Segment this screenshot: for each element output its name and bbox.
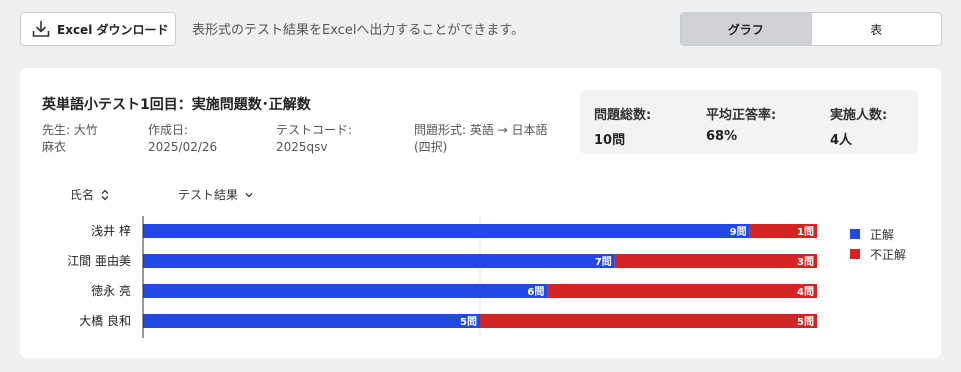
format-info: 問題形式: 英語 → 日本語 (四択) <box>414 122 548 156</box>
bar-incorrect <box>614 254 817 268</box>
teacher-line1: 先生: 大竹 <box>42 123 98 137</box>
legend-swatch-correct <box>850 229 860 239</box>
card-title: 英単語小テスト1回目：実施問題数･正解数 <box>42 97 311 113</box>
bar-label-incorrect: 3問 <box>797 256 814 268</box>
legend-item-incorrect: 不正解 <box>850 244 906 264</box>
name-column-label: 氏名 <box>70 188 95 202</box>
legend-label-incorrect: 不正解 <box>870 247 907 262</box>
created-value: 2025/02/26 <box>148 140 218 154</box>
stacked-bar-chart: 浅井 梓 9問 1問江間 亜由美 7問 3問徳永 亮 6問 4問大橋 良和 5問 5問 <box>67 216 817 338</box>
bar-correct <box>143 284 548 298</box>
category-label: 大橋 良和 <box>79 313 131 328</box>
category-label: 徳永 亮 <box>91 283 131 298</box>
bar-label-correct: 9問 <box>730 226 747 238</box>
average-rate-label: 平均正答率: <box>706 108 777 123</box>
category-label: 江間 亜由美 <box>67 254 131 268</box>
results-card: 英単語小テスト1回目：実施問題数･正解数 先生: 大竹 麻衣 作成日: 2025… <box>20 68 941 358</box>
chevron-down-icon <box>245 192 253 197</box>
test-code-label: テストコード: <box>276 123 353 137</box>
test-code-value: 2025qsv <box>276 140 328 154</box>
bar-incorrect <box>480 314 817 328</box>
created-label: 作成日: <box>148 123 189 137</box>
sort-result-header[interactable]: テスト結果 <box>178 186 254 203</box>
teacher-info: 先生: 大竹 麻衣 <box>42 122 98 156</box>
excel-description: 表形式のテスト結果をExcelへ出力することができます。 <box>192 23 525 38</box>
excel-download-label: Excel ダウンロード <box>57 22 169 37</box>
format-line2: (四択) <box>414 140 448 154</box>
test-code-info: テストコード: 2025qsv <box>276 122 352 156</box>
tab-table[interactable]: 表 <box>810 13 942 45</box>
bar-label-correct: 6問 <box>527 286 544 298</box>
bar-label-incorrect: 5問 <box>797 316 814 328</box>
bar-correct <box>143 254 615 268</box>
bar-correct <box>143 314 480 328</box>
chart-legend: 正解 不正解 <box>850 224 906 264</box>
category-label: 浅井 梓 <box>91 223 131 238</box>
results-chart: 浅井 梓 9問 1問江間 亜由美 7問 3問徳永 亮 6問 4問大橋 良和 5問 5問 正解 不… <box>20 212 941 342</box>
top-toolbar: Excel ダウンロード 表形式のテスト結果をExcelへ出力することができます… <box>0 0 961 60</box>
total-questions-label: 問題総数: <box>594 108 652 123</box>
bar-label-incorrect: 1問 <box>797 226 814 238</box>
bar-label-correct: 7問 <box>595 256 612 268</box>
legend-label-correct: 正解 <box>870 227 895 242</box>
result-column-label: テスト結果 <box>178 188 239 202</box>
format-line1: 問題形式: 英語 → 日本語 <box>414 123 548 137</box>
average-rate-stat: 平均正答率: 68% <box>706 104 776 144</box>
sort-name-header[interactable]: 氏名 <box>70 186 110 203</box>
legend-swatch-incorrect <box>850 249 860 259</box>
bar-label-correct: 5問 <box>460 316 477 328</box>
participants-label: 実施人数: <box>830 108 888 123</box>
total-questions-value: 10問 <box>594 133 626 148</box>
average-rate-value: 68% <box>706 129 738 144</box>
view-toggle: グラフ 表 <box>680 12 942 46</box>
sort-updown-icon <box>101 189 109 200</box>
download-icon <box>32 21 50 37</box>
stats-panel: 問題総数: 10問 平均正答率: 68% 実施人数: 4人 <box>580 90 918 154</box>
bar-label-incorrect: 4問 <box>797 286 814 298</box>
participants-stat: 実施人数: 4人 <box>830 104 887 148</box>
bar-incorrect <box>547 284 817 298</box>
total-questions-stat: 問題総数: 10問 <box>594 104 651 148</box>
teacher-line2: 麻衣 <box>42 140 67 154</box>
bar-correct <box>143 224 750 238</box>
participants-value: 4人 <box>830 133 853 148</box>
created-info: 作成日: 2025/02/26 <box>148 122 217 156</box>
tab-graph[interactable]: グラフ <box>681 13 811 45</box>
legend-item-correct: 正解 <box>850 224 906 244</box>
excel-download-button[interactable]: Excel ダウンロード <box>20 12 176 46</box>
